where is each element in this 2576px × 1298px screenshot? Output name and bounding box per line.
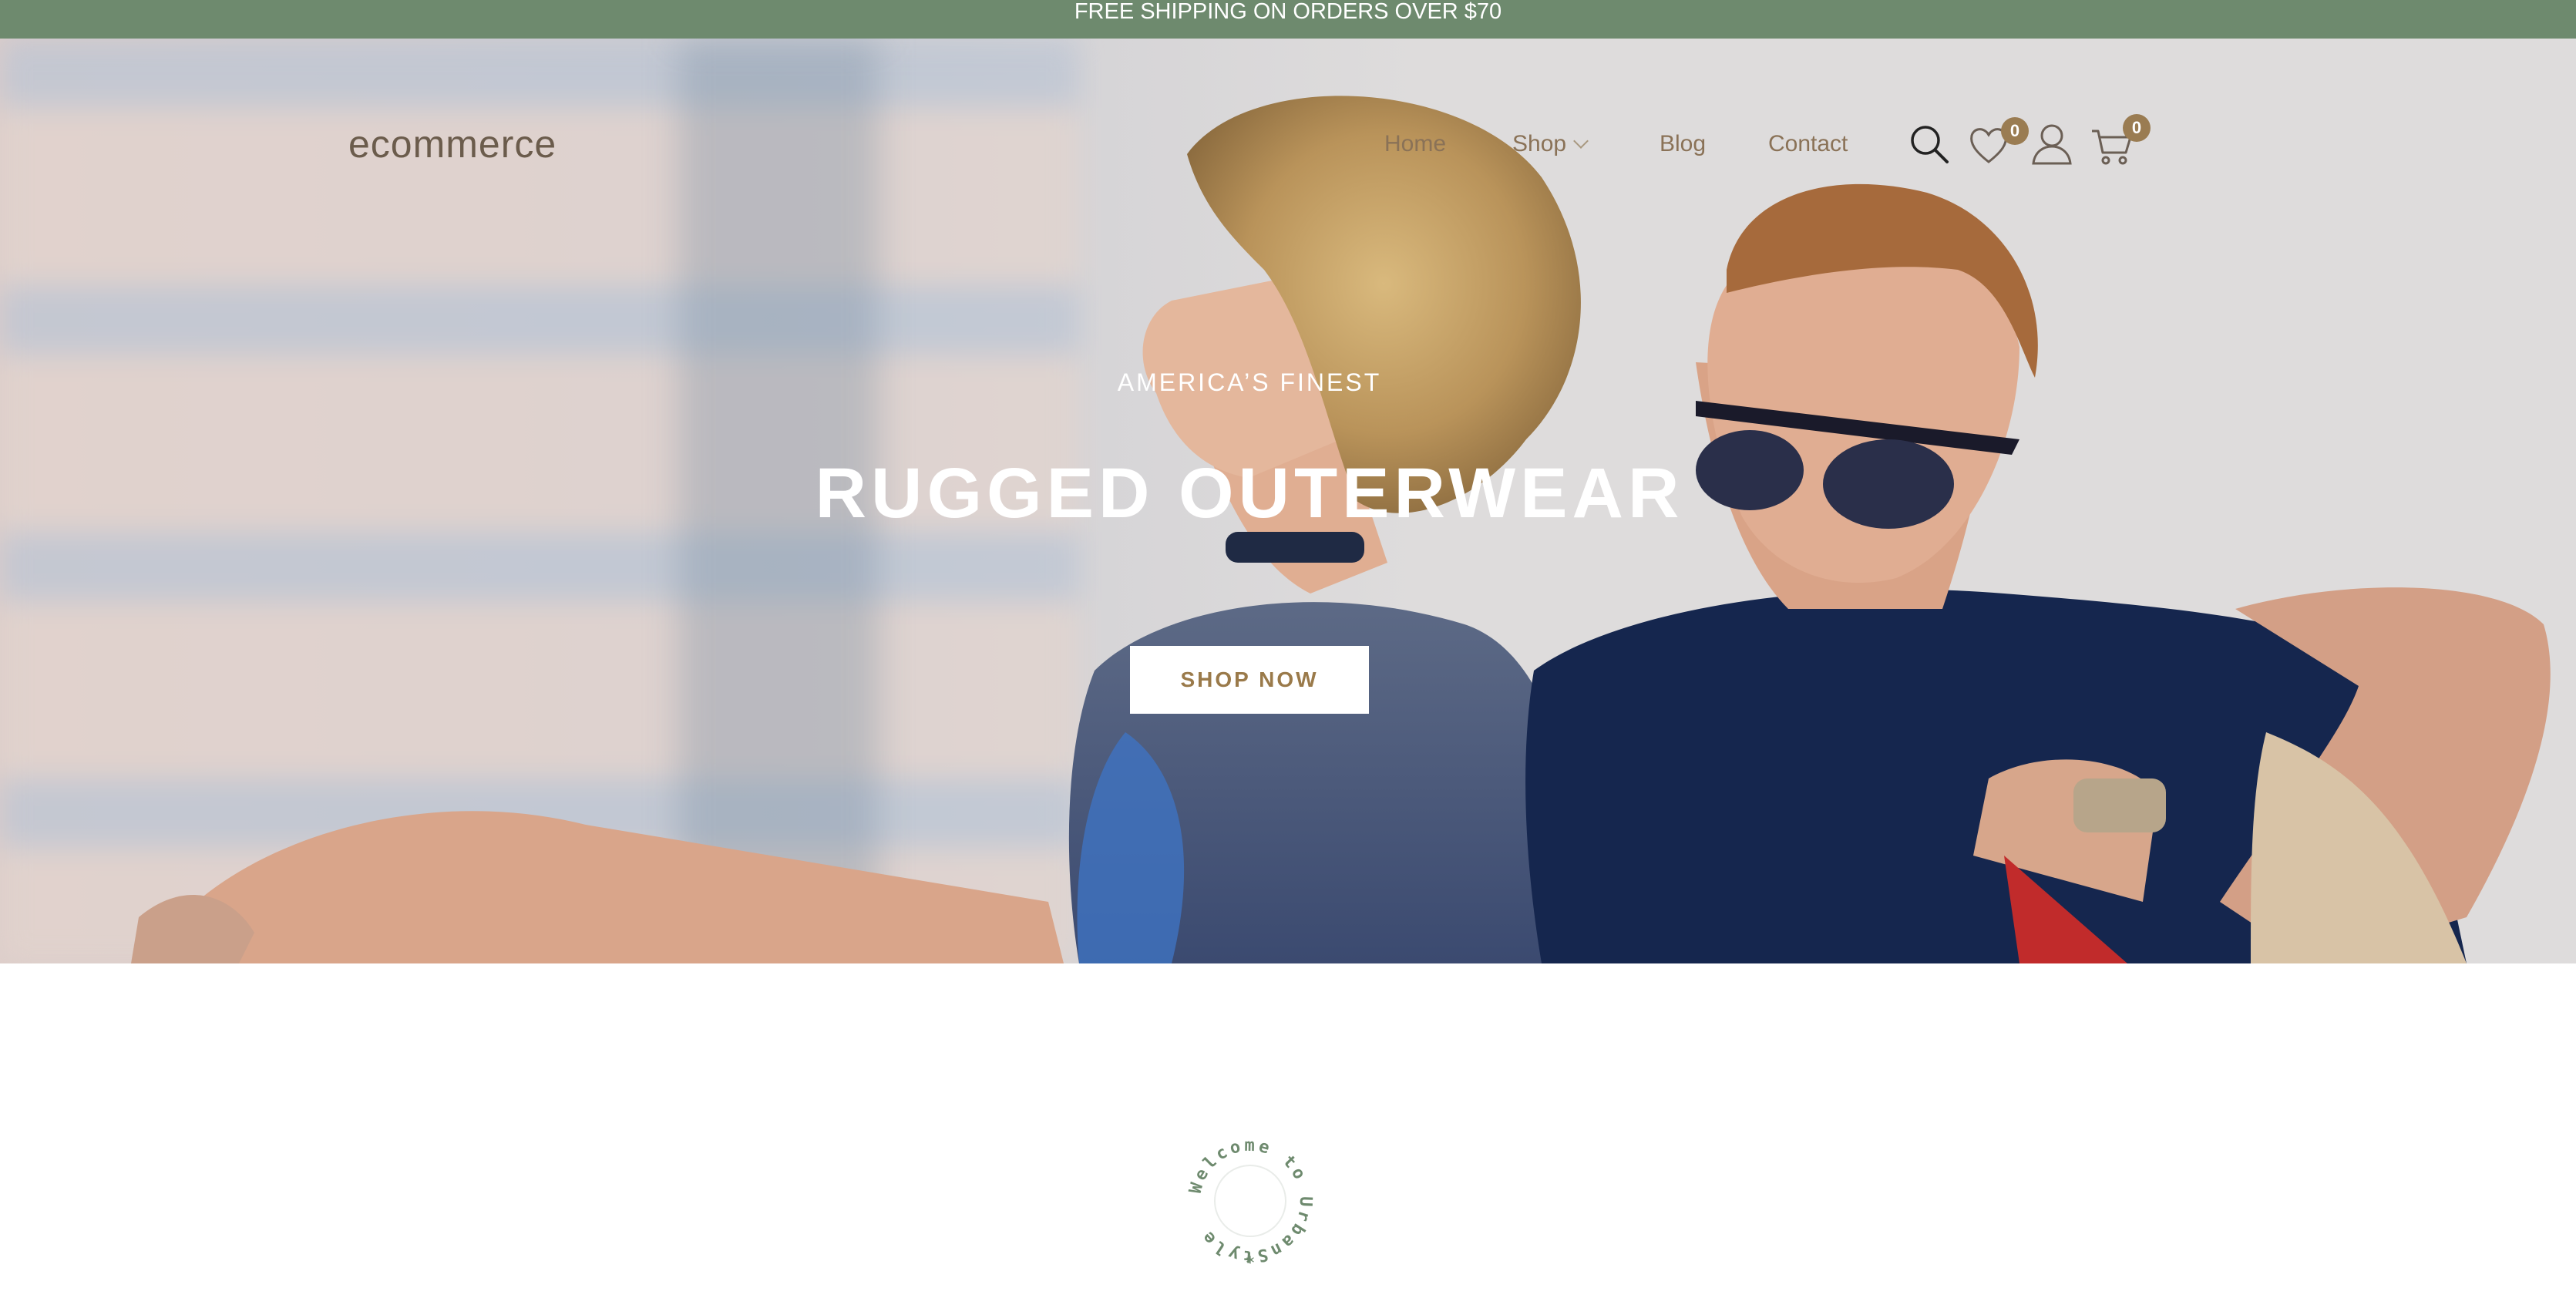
wishlist-count-badge: 0	[2001, 117, 2029, 145]
site-logo[interactable]: ecommerce	[348, 122, 557, 166]
hero-eyebrow: AMERICA’S FINEST	[1117, 368, 1382, 396]
svg-text:Welcome to UrbanStyle: Welcome to UrbanStyle	[1186, 1136, 1316, 1266]
wishlist-button[interactable]: 0	[1967, 117, 2029, 166]
welcome-circle-badge: Welcome to UrbanStyle *	[1173, 1124, 1327, 1278]
search-icon	[1911, 126, 1949, 163]
nav-contact[interactable]: Contact	[1768, 131, 1848, 157]
welcome-badge-text: Welcome to UrbanStyle	[1186, 1136, 1313, 1266]
welcome-badge-ornament: *	[1246, 1254, 1255, 1273]
announcement-text: FREE SHIPPING ON ORDERS OVER $70	[1074, 0, 1502, 24]
hero-banner: ecommerce Home Shop Blog Contact 0 0 AME…	[0, 39, 2576, 963]
user-icon	[2032, 124, 2072, 165]
account-button[interactable]	[2030, 122, 2073, 166]
hero-headline: RUGGED OUTERWEAR	[815, 454, 1684, 533]
cart-button[interactable]: 0	[2090, 114, 2151, 168]
chevron-down-icon	[1573, 133, 1589, 149]
nav-shop-label: Shop	[1512, 131, 1567, 156]
welcome-badge-graphic: Welcome to UrbanStyle *	[1186, 1136, 1316, 1273]
nav-blog[interactable]: Blog	[1660, 131, 1706, 157]
nav-home[interactable]: Home	[1384, 131, 1446, 157]
announcement-bar: FREE SHIPPING ON ORDERS OVER $70	[0, 0, 2576, 39]
search-button[interactable]	[1908, 123, 1952, 166]
cart-count-badge: 0	[2123, 114, 2151, 142]
nav-shop[interactable]: Shop	[1512, 131, 1589, 157]
shop-now-button[interactable]: SHOP NOW	[1130, 646, 1369, 714]
